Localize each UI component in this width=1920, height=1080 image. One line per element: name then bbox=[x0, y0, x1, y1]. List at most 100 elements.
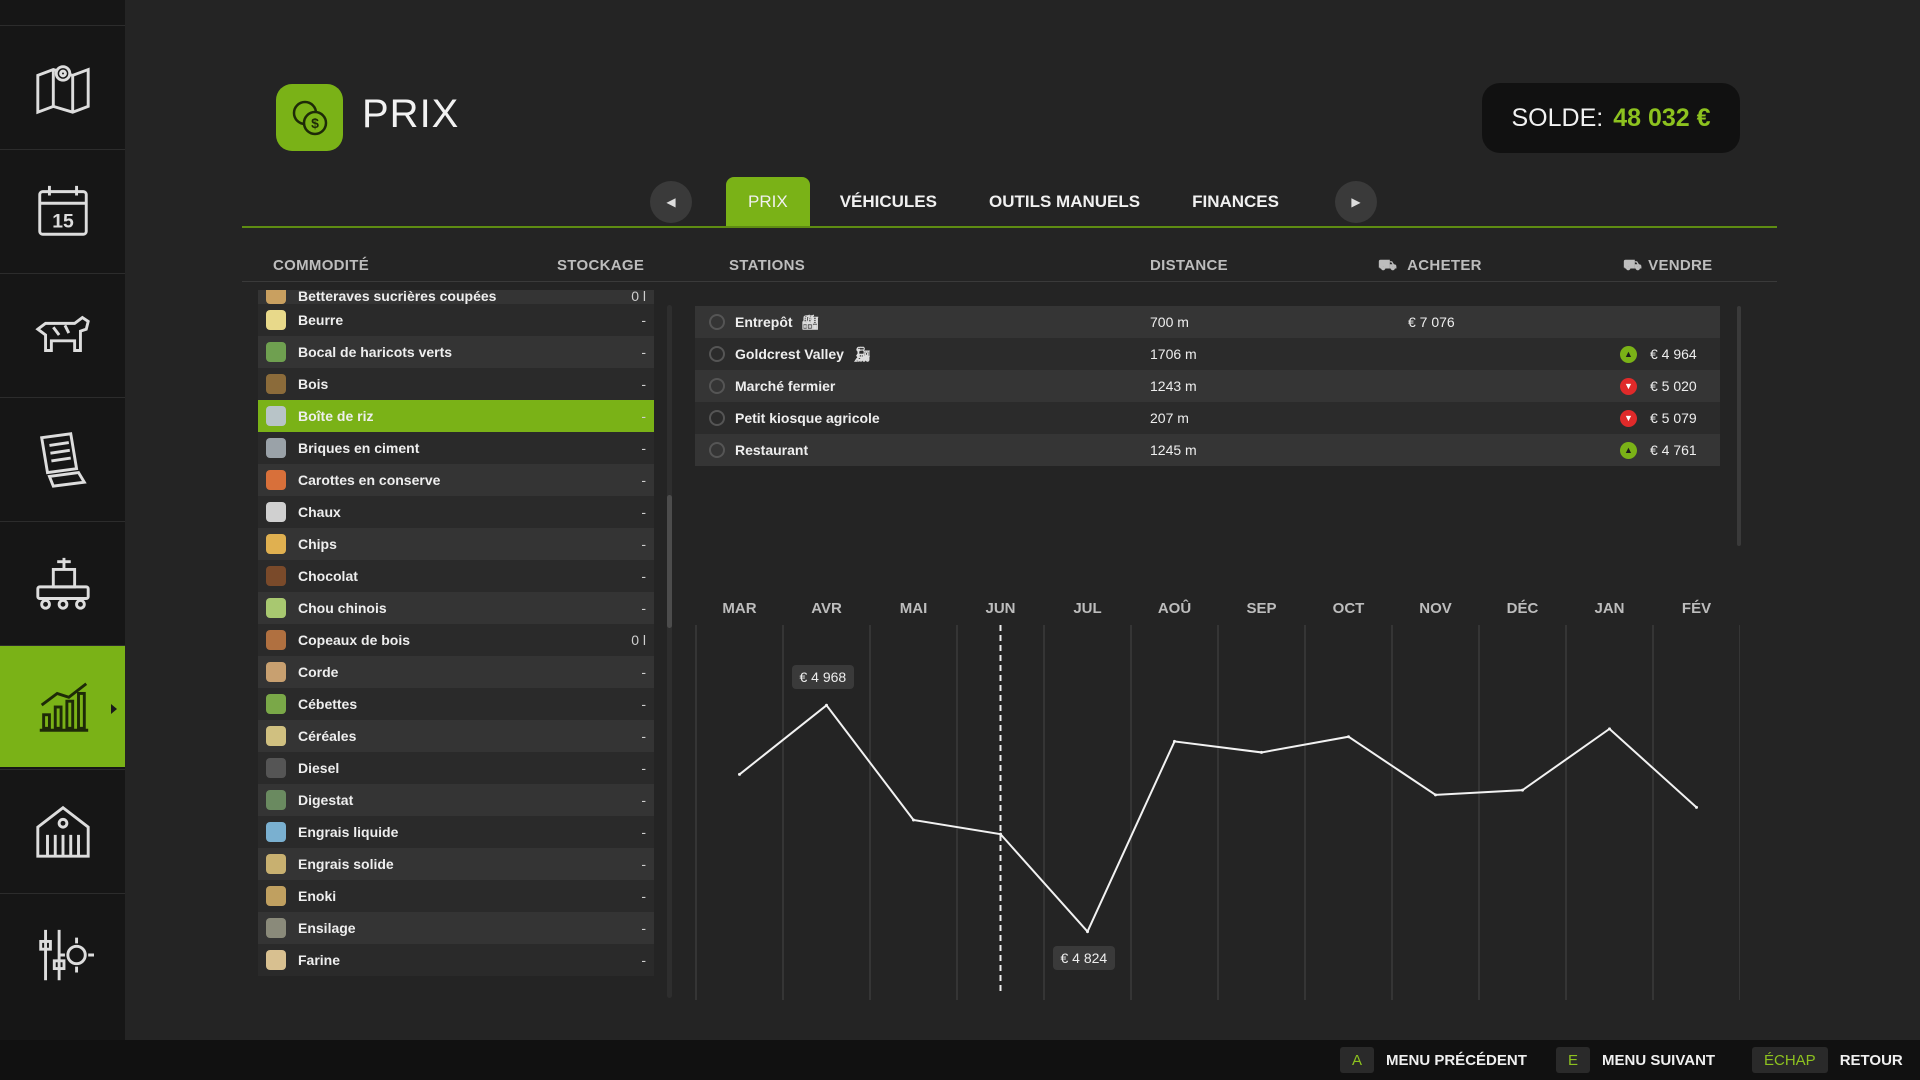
settings-icon bbox=[38, 929, 94, 980]
commodity-icon bbox=[266, 502, 286, 522]
column-sell-label: VENDRE bbox=[1648, 257, 1713, 274]
commodity-name: Enoki bbox=[298, 888, 337, 904]
price-point bbox=[1608, 727, 1611, 731]
footer-next-menu[interactable]: E MENU SUIVANT bbox=[1556, 1047, 1715, 1073]
station-row[interactable]: Petit kiosque agricole 207 m ▼ € 5 079 bbox=[695, 402, 1720, 434]
commodity-name: Corde bbox=[298, 664, 339, 680]
commodity-row[interactable]: Engrais solide - bbox=[258, 848, 654, 880]
commodity-icon bbox=[266, 534, 286, 554]
commodity-icon bbox=[266, 406, 286, 426]
commodity-icon bbox=[266, 694, 286, 714]
commodity-row[interactable]: Bois - bbox=[258, 368, 654, 400]
svg-text:15: 15 bbox=[52, 210, 74, 232]
tab-vehicles[interactable]: VÉHICULES bbox=[818, 177, 959, 227]
sidebar-item-map[interactable] bbox=[0, 25, 125, 147]
station-name-cell: Petit kiosque agricole bbox=[735, 410, 880, 426]
commodity-row[interactable]: Chocolat - bbox=[258, 560, 654, 592]
month-tick-label: DÉC bbox=[1507, 600, 1539, 617]
station-row[interactable]: Entrepôt 🏭︎ 700 m € 7 076 bbox=[695, 306, 1720, 338]
station-locate-icon[interactable] bbox=[709, 346, 725, 362]
calendar-icon: 15 bbox=[37, 185, 88, 236]
footer-back[interactable]: ÉCHAP RETOUR bbox=[1752, 1047, 1903, 1073]
tab-bar: ◀ PRIX VÉHICULES OUTILS MANUELS FINANCES… bbox=[650, 177, 1377, 227]
commodity-row[interactable]: Céréales - bbox=[258, 720, 654, 752]
commodity-name: Cébettes bbox=[298, 696, 358, 712]
sidebar-item-contracts[interactable] bbox=[0, 397, 125, 519]
station-name-cell: Entrepôt 🏭︎ bbox=[735, 314, 819, 331]
commodity-icon bbox=[266, 886, 286, 906]
station-locate-icon[interactable] bbox=[709, 442, 725, 458]
footer-prev-menu[interactable]: A MENU PRÉCÉDENT bbox=[1340, 1047, 1527, 1073]
commodity-row[interactable]: Chaux - bbox=[258, 496, 654, 528]
commodity-icon bbox=[266, 598, 286, 618]
commodity-icon bbox=[266, 438, 286, 458]
sidebar-item-settings[interactable] bbox=[0, 893, 125, 1015]
commodity-row[interactable]: Ensilage - bbox=[258, 912, 654, 944]
station-locate-icon[interactable] bbox=[709, 410, 725, 426]
column-distance: DISTANCE bbox=[1150, 257, 1228, 274]
month-tick-label: AOÛ bbox=[1158, 599, 1191, 617]
commodity-row[interactable]: Bocal de haricots verts - bbox=[258, 336, 654, 368]
commodity-name: Boîte de riz bbox=[298, 408, 374, 424]
commodity-row[interactable]: Betteraves sucrières coupées 0 l bbox=[258, 290, 654, 304]
price-point bbox=[912, 818, 915, 822]
price-point bbox=[1695, 805, 1698, 809]
commodity-row[interactable]: Chou chinois - bbox=[258, 592, 654, 624]
commodity-row[interactable]: Carottes en conserve - bbox=[258, 464, 654, 496]
sidebar-item-prices[interactable] bbox=[0, 645, 125, 767]
commodity-name: Engrais solide bbox=[298, 856, 394, 872]
sidebar-item-finances[interactable] bbox=[0, 769, 125, 891]
commodity-row[interactable]: Beurre - bbox=[258, 304, 654, 336]
commodity-icon bbox=[266, 566, 286, 586]
commodity-row[interactable]: Corde - bbox=[258, 656, 654, 688]
trend-up-icon: ▲ bbox=[1620, 345, 1637, 363]
cart-sell-icon: ⛟ bbox=[1623, 257, 1643, 274]
price-point bbox=[1260, 750, 1263, 754]
station-distance: 1706 m bbox=[1150, 346, 1197, 362]
stations-scrollbar[interactable] bbox=[1737, 306, 1741, 546]
commodity-row[interactable]: Boîte de riz - bbox=[258, 400, 654, 432]
commodity-row[interactable]: Digestat - bbox=[258, 784, 654, 816]
commodity-stock: - bbox=[641, 888, 646, 904]
factory-icon: 🏭︎ bbox=[801, 313, 820, 330]
footer-back-label: RETOUR bbox=[1839, 1051, 1903, 1069]
prices-header-icon: $ bbox=[276, 84, 343, 151]
column-buy: ⛟ ACHETER bbox=[1378, 257, 1482, 276]
station-name: Marché fermier bbox=[735, 378, 836, 394]
sidebar-item-production[interactable] bbox=[0, 521, 125, 643]
commodity-icon bbox=[266, 374, 286, 394]
station-row[interactable]: Goldcrest Valley 🚂︎ 1706 m ▲ € 4 964 bbox=[695, 338, 1720, 370]
commodity-row[interactable]: Diesel - bbox=[258, 752, 654, 784]
page-title: PRIX bbox=[362, 92, 460, 136]
commodity-row[interactable]: Enoki - bbox=[258, 880, 654, 912]
station-locate-icon[interactable] bbox=[709, 314, 725, 330]
commodity-scrollbar[interactable] bbox=[667, 305, 672, 998]
tab-hand-tools[interactable]: OUTILS MANUELS bbox=[967, 177, 1162, 227]
commodity-row[interactable]: Cébettes - bbox=[258, 688, 654, 720]
sidebar-item-calendar[interactable]: 15 bbox=[0, 149, 125, 271]
cow-icon bbox=[34, 315, 90, 352]
column-commodity: COMMODITÉ bbox=[273, 257, 370, 274]
commodity-row[interactable]: Engrais liquide - bbox=[258, 816, 654, 848]
station-locate-icon[interactable] bbox=[709, 378, 725, 394]
tab-prev-button[interactable]: ◀ bbox=[650, 181, 692, 223]
station-sell-price: € 4 964 bbox=[1650, 346, 1697, 362]
station-name: Goldcrest Valley bbox=[735, 346, 844, 362]
commodity-scrollbar-thumb[interactable] bbox=[667, 495, 672, 628]
commodity-name: Carottes en conserve bbox=[298, 472, 441, 488]
tab-next-button[interactable]: ▶ bbox=[1335, 181, 1377, 223]
key-hint-prev: A bbox=[1340, 1047, 1375, 1073]
commodity-icon bbox=[266, 470, 286, 490]
tab-prices[interactable]: PRIX bbox=[726, 177, 810, 227]
commodity-row[interactable]: Briques en ciment - bbox=[258, 432, 654, 464]
commodity-row[interactable]: Copeaux de bois 0 l bbox=[258, 624, 654, 656]
commodity-row[interactable]: Farine - bbox=[258, 944, 654, 976]
tab-finances[interactable]: FINANCES bbox=[1170, 177, 1301, 227]
svg-text:$: $ bbox=[311, 115, 319, 131]
sidebar-item-animals[interactable] bbox=[0, 273, 125, 395]
station-row[interactable]: Marché fermier 1243 m ▼ € 5 020 bbox=[695, 370, 1720, 402]
commodity-row[interactable]: Chips - bbox=[258, 528, 654, 560]
station-row[interactable]: Restaurant 1245 m ▲ € 4 761 bbox=[695, 434, 1720, 466]
commodity-name: Beurre bbox=[298, 312, 344, 328]
column-sell: ⛟ VENDRE bbox=[1623, 257, 1712, 276]
